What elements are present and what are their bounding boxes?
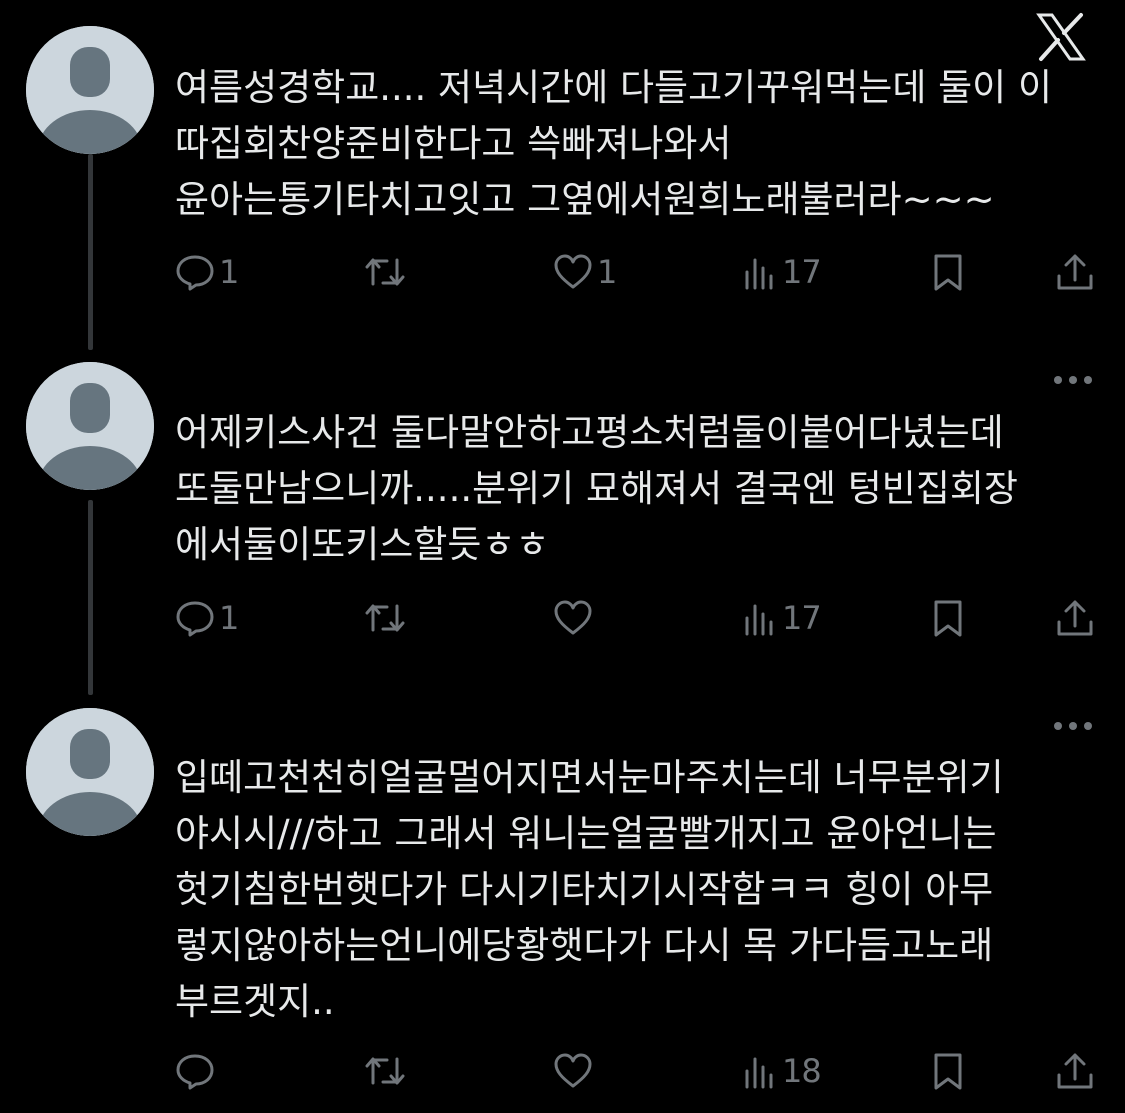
like-button[interactable] bbox=[553, 596, 597, 640]
x-logo-icon[interactable] bbox=[1035, 12, 1087, 66]
thread-line bbox=[88, 154, 93, 350]
views-count: 17 bbox=[782, 253, 822, 291]
reply-icon bbox=[175, 252, 215, 292]
like-count: 1 bbox=[597, 253, 617, 291]
tweet-text: 입떼고천천히얼굴멀어지면서눈마주치는데 너무분위기 야시시///하고 그래서 워… bbox=[175, 750, 1095, 1030]
like-icon bbox=[553, 1051, 593, 1091]
reply-icon bbox=[175, 1051, 215, 1091]
repost-icon bbox=[363, 252, 407, 292]
share-icon bbox=[1055, 1051, 1095, 1091]
views-button[interactable]: 18 bbox=[742, 1049, 822, 1093]
repost-button[interactable] bbox=[363, 596, 411, 640]
bookmark-button[interactable] bbox=[930, 250, 966, 294]
share-button[interactable] bbox=[1055, 596, 1095, 640]
share-icon bbox=[1055, 598, 1095, 638]
text-line: 부르겟지.. bbox=[175, 980, 335, 1023]
views-count: 18 bbox=[782, 1052, 822, 1090]
share-icon bbox=[1055, 252, 1095, 292]
action-bar: 18 bbox=[175, 1049, 1095, 1093]
avatar[interactable] bbox=[26, 26, 154, 154]
action-bar: 1 1 17 bbox=[175, 250, 1095, 294]
text-line: 여름성경학교.... 저녁시간에 다들고기꾸워먹는데 둘이 이 bbox=[175, 66, 1053, 109]
views-count: 17 bbox=[782, 599, 822, 637]
text-line: 야시시///하고 그래서 워니는얼굴빨개지고 윤아언니는 bbox=[175, 812, 997, 855]
tweet-text: 여름성경학교.... 저녁시간에 다들고기꾸워먹는데 둘이 이 따집회찬양준비한… bbox=[175, 60, 1095, 228]
text-line: 헛기침한번햇다가 다시기타치기시작함ㅋㅋ 힝이 아무 bbox=[175, 868, 994, 911]
text-line: 따집회찬양준비한다고 쓱빠져나와서 bbox=[175, 122, 732, 165]
reply-count: 1 bbox=[219, 253, 239, 291]
views-button[interactable]: 17 bbox=[742, 250, 822, 294]
views-icon bbox=[742, 252, 778, 292]
avatar[interactable] bbox=[26, 362, 154, 490]
reply-button[interactable]: 1 bbox=[175, 596, 239, 640]
repost-icon bbox=[363, 598, 407, 638]
reply-icon bbox=[175, 598, 215, 638]
share-button[interactable] bbox=[1055, 1049, 1095, 1093]
views-icon bbox=[742, 598, 778, 638]
text-line: 렇지않아하는언니에당황햇다가 다시 목 가다듬고노래 bbox=[175, 924, 994, 967]
repost-button[interactable] bbox=[363, 250, 411, 294]
text-line: 윤아는통기타치고잇고 그옆에서원희노래불러라~~~ bbox=[175, 178, 995, 221]
views-button[interactable]: 17 bbox=[742, 596, 822, 640]
bookmark-icon bbox=[930, 252, 966, 292]
more-icon[interactable] bbox=[1051, 368, 1095, 396]
reply-count: 1 bbox=[219, 599, 239, 637]
bookmark-icon bbox=[930, 598, 966, 638]
text-line: 입떼고천천히얼굴멀어지면서눈마주치는데 너무분위기 bbox=[175, 756, 1004, 799]
views-icon bbox=[742, 1051, 778, 1091]
share-button[interactable] bbox=[1055, 250, 1095, 294]
bookmark-icon bbox=[930, 1051, 966, 1091]
reply-button[interactable]: 1 bbox=[175, 250, 239, 294]
like-icon bbox=[553, 598, 593, 638]
tweet-text: 어제키스사건 둘다말안하고평소처럼둘이붙어다녔는데 또둘만남으니까.....분위… bbox=[175, 405, 1095, 573]
bookmark-button[interactable] bbox=[930, 1049, 966, 1093]
thread-line bbox=[88, 500, 93, 695]
like-icon bbox=[553, 252, 593, 292]
repost-button[interactable] bbox=[363, 1049, 411, 1093]
avatar[interactable] bbox=[26, 708, 154, 836]
more-icon[interactable] bbox=[1051, 714, 1095, 742]
repost-icon bbox=[363, 1051, 407, 1091]
text-line: 에서둘이또키스할듯ㅎㅎ bbox=[175, 523, 550, 566]
action-bar: 1 17 bbox=[175, 596, 1095, 640]
text-line: 어제키스사건 둘다말안하고평소처럼둘이붙어다녔는데 bbox=[175, 411, 1004, 454]
like-button[interactable] bbox=[553, 1049, 597, 1093]
like-button[interactable]: 1 bbox=[553, 250, 617, 294]
text-line: 또둘만남으니까.....분위기 묘해져서 결국엔 텅빈집회장 bbox=[175, 467, 1018, 510]
reply-button[interactable] bbox=[175, 1049, 219, 1093]
bookmark-button[interactable] bbox=[930, 596, 966, 640]
